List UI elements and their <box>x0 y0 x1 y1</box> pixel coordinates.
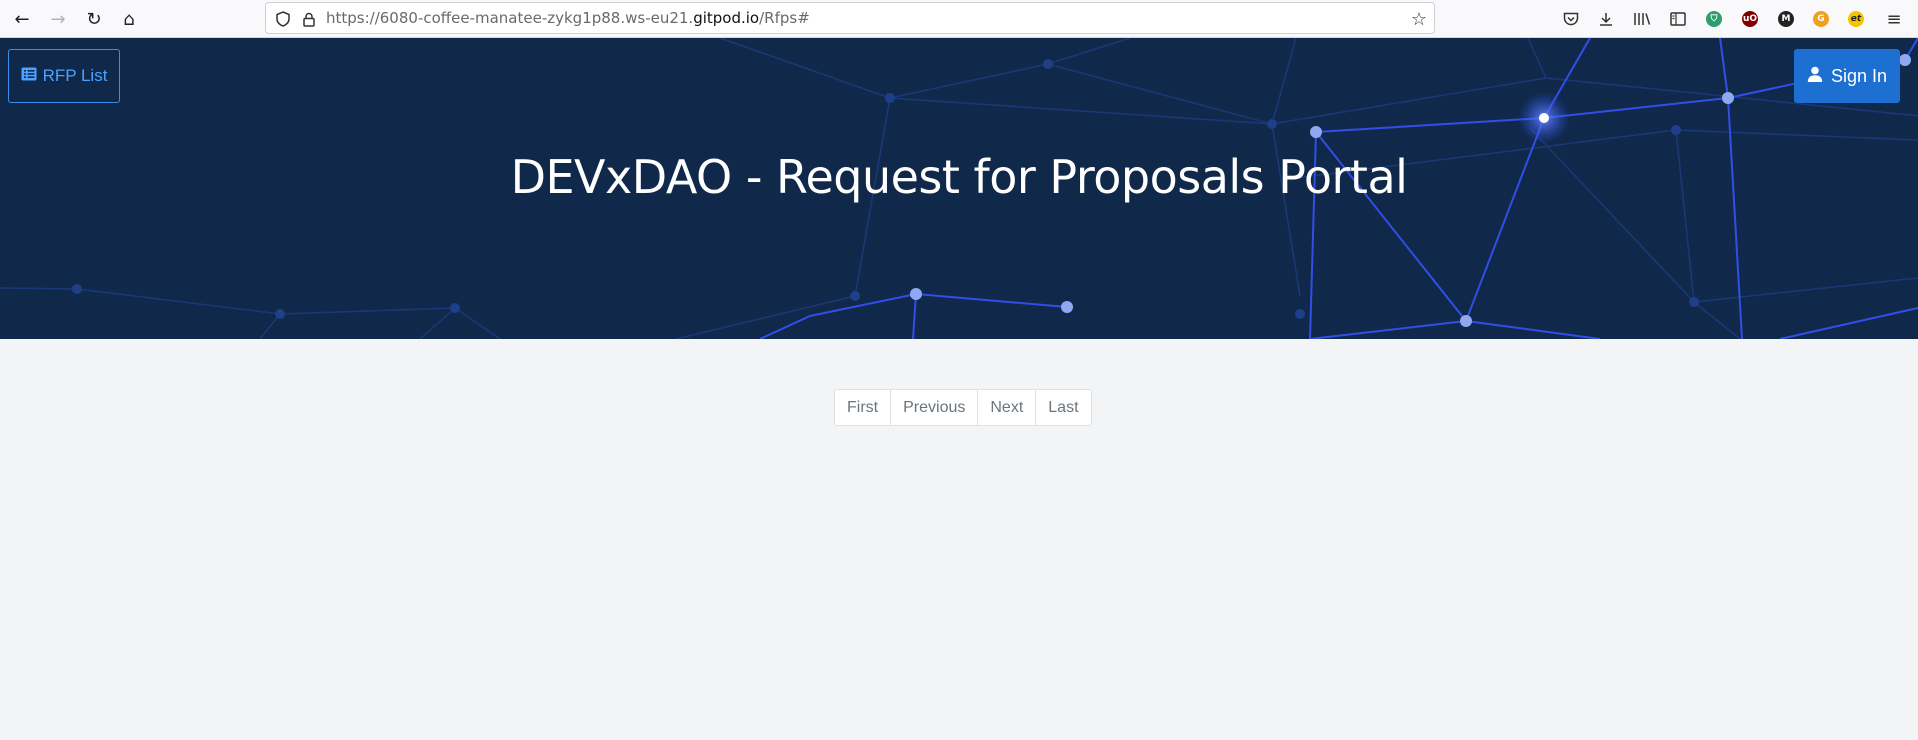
download-icon[interactable] <box>1596 9 1616 29</box>
ublock-icon[interactable]: uO <box>1742 11 1758 27</box>
extension-shield-icon[interactable]: ⛉ <box>1706 11 1722 27</box>
pocket-icon[interactable] <box>1561 9 1581 29</box>
bookmark-star-icon[interactable]: ☆ <box>1410 9 1428 30</box>
forward-icon[interactable]: → <box>44 8 72 30</box>
url-path: /Rfps# <box>759 9 810 27</box>
hero-banner: RFP List Sign In DEVxDAO - Request for P… <box>0 38 1918 339</box>
page-title: DEVxDAO - Request for Proposals Portal <box>510 150 1408 204</box>
home-icon[interactable]: ⌂ <box>115 8 143 30</box>
extension-et-icon[interactable]: et <box>1848 11 1864 27</box>
reload-icon[interactable]: ↻ <box>80 8 108 30</box>
sidebar-icon[interactable] <box>1668 9 1688 29</box>
hamburger-menu-icon[interactable]: ≡ <box>1884 9 1904 30</box>
pagination-last-button[interactable]: Last <box>1035 390 1090 425</box>
sign-in-label: Sign In <box>1830 65 1888 86</box>
rfp-list-label: RFP List <box>42 66 108 85</box>
url-domain: gitpod.io <box>693 9 760 27</box>
pagination-previous-button[interactable]: Previous <box>890 390 977 425</box>
rfp-list-button[interactable]: RFP List <box>8 49 120 103</box>
lock-icon[interactable] <box>300 10 318 28</box>
browser-toolbar: ← → ↻ ⌂ https://6080-coffee-manatee-zykg… <box>0 0 1918 38</box>
pagination-next-button[interactable]: Next <box>977 390 1035 425</box>
extension-g-icon[interactable]: G <box>1813 11 1829 27</box>
list-icon <box>21 66 37 86</box>
sign-in-button[interactable]: Sign In <box>1794 49 1900 103</box>
url-text[interactable]: https://6080-coffee-manatee-zykg1p88.ws-… <box>326 3 810 33</box>
library-icon[interactable] <box>1632 9 1652 29</box>
shield-icon[interactable] <box>274 10 292 28</box>
user-icon <box>1807 66 1823 87</box>
extension-m-icon[interactable]: M <box>1778 11 1794 27</box>
url-prefix: https://6080-coffee-manatee-zykg1p88.ws-… <box>326 9 694 27</box>
back-icon[interactable]: ← <box>8 8 36 30</box>
pagination: First Previous Next Last <box>834 389 1092 426</box>
address-bar[interactable]: https://6080-coffee-manatee-zykg1p88.ws-… <box>265 2 1435 34</box>
pagination-first-button[interactable]: First <box>835 390 890 425</box>
